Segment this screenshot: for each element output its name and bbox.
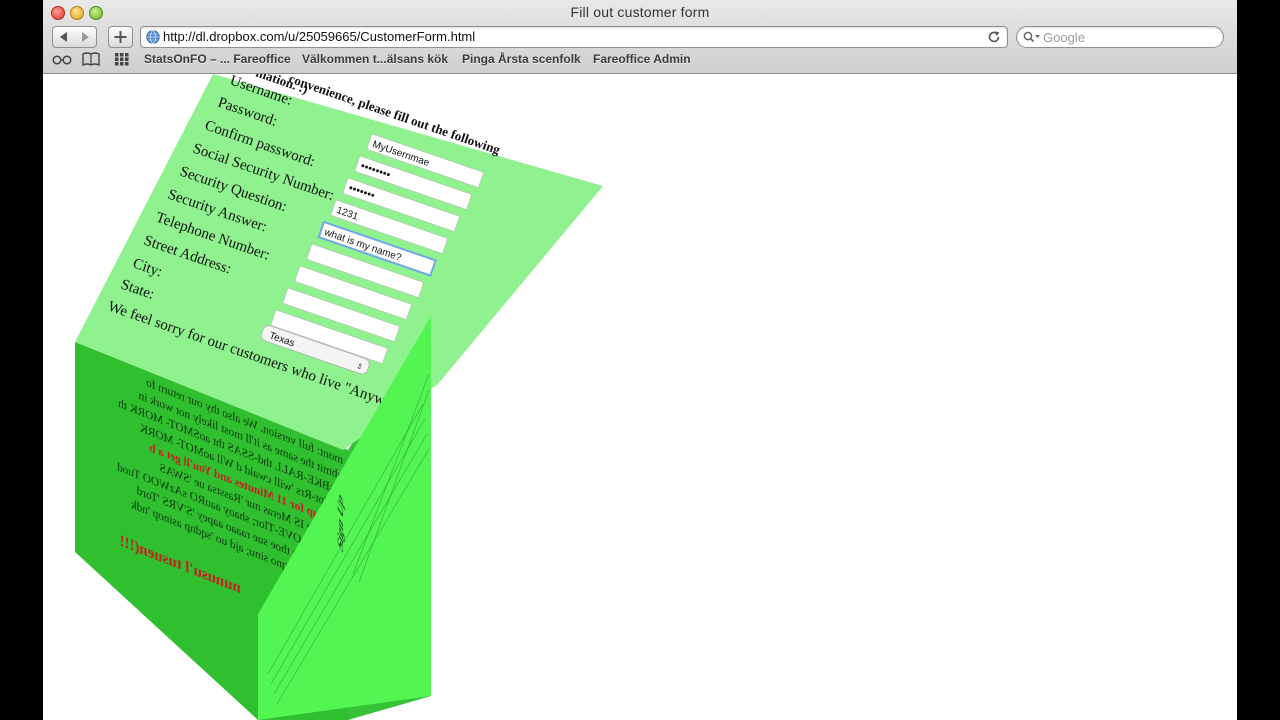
browser-window: Fill out customer form http://dl.dropbox… [43, 0, 1237, 720]
cube-form-scene: mont: full version. We also thy our retu… [75, 74, 603, 720]
add-bookmark-button[interactable] [108, 26, 133, 48]
bookmark-statsonfo[interactable]: StatsOnFO – ... Fareoffice [144, 52, 291, 66]
address-bar[interactable]: http://dl.dropbox.com/u/25059665/Custome… [140, 26, 1008, 48]
bookmark-fareoffice-admin[interactable]: Fareoffice Admin [593, 52, 691, 66]
bookmark-valkommen[interactable]: Välkommen t...älsans kök [302, 52, 448, 66]
back-arrow-icon [60, 32, 67, 42]
search-icon [1023, 31, 1040, 43]
globe-icon [146, 30, 160, 44]
bookmarks-bar: StatsOnFO – ... Fareoffice Välkommen t..… [43, 50, 1237, 70]
bookmark-pinga[interactable]: Pinga Årsta scenfolk [462, 52, 581, 66]
bookmarks-icon[interactable] [82, 52, 100, 66]
plus-icon [114, 31, 127, 43]
search-field[interactable] [1016, 26, 1224, 48]
page-content: mont: full version. We also thy our retu… [43, 74, 1237, 720]
reading-list-icon[interactable] [52, 52, 72, 66]
search-input[interactable] [1043, 29, 1213, 45]
url-text: http://dl.dropbox.com/u/25059665/Custome… [163, 29, 476, 44]
browser-toolbar: Fill out customer form http://dl.dropbox… [43, 0, 1237, 74]
back-button[interactable] [52, 26, 76, 48]
forward-arrow-icon [82, 32, 89, 42]
top-sites-grid-icon[interactable] [115, 52, 129, 66]
window-title: Fill out customer form [570, 4, 710, 20]
reload-icon[interactable] [987, 30, 1001, 44]
forward-button[interactable] [74, 26, 97, 48]
